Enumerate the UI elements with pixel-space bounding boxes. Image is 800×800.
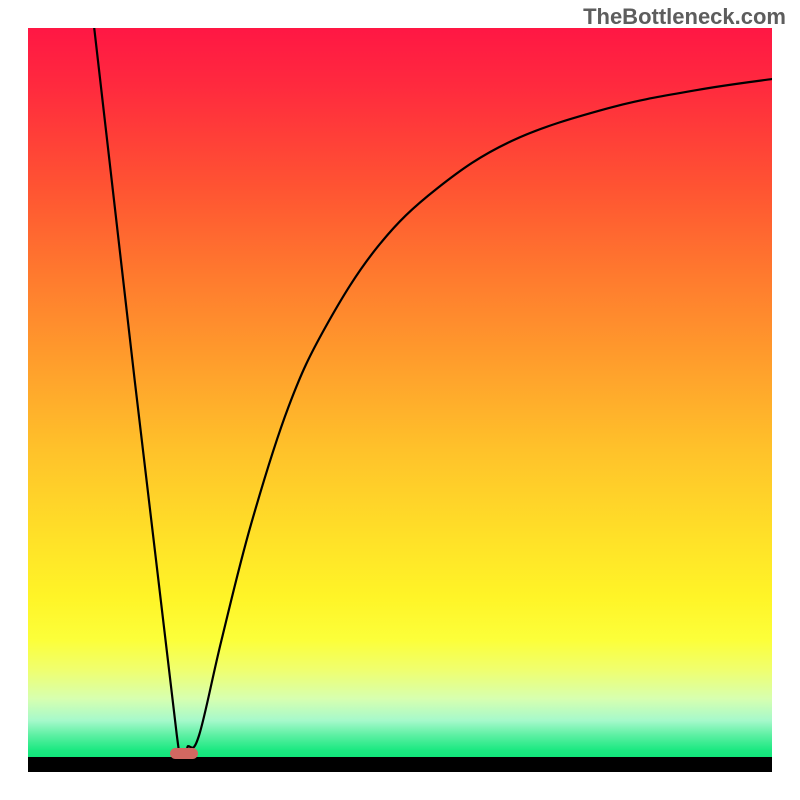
- chart-container: TheBottleneck.com: [0, 0, 800, 800]
- bottleneck-curve: [28, 28, 772, 757]
- optimal-marker: [170, 748, 198, 759]
- chart-frame: [28, 28, 772, 772]
- watermark-text: TheBottleneck.com: [583, 4, 786, 30]
- x-axis-bar: [28, 757, 772, 772]
